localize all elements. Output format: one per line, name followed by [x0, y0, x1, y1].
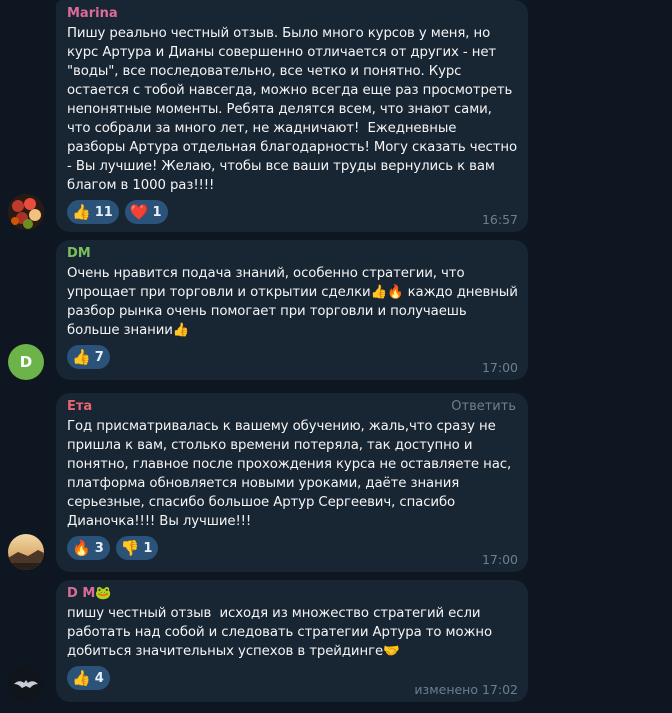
reaction-count: 7 — [94, 349, 104, 365]
reaction-count: 4 — [94, 670, 104, 686]
message-time: изменено 17:02 — [414, 682, 518, 697]
reaction-count: 1 — [152, 204, 162, 220]
author-name[interactable]: D M🐸 — [67, 585, 518, 603]
message-time: 16:57 — [481, 212, 518, 227]
author-name[interactable]: Marina — [67, 5, 518, 23]
reactions-bar: 👍 11 ❤️ 1 — [67, 200, 518, 224]
reaction-thumbs-up[interactable]: 👍 7 — [67, 345, 110, 369]
message-time: 17:00 — [481, 552, 518, 567]
reaction-heart[interactable]: ❤️ 1 — [124, 200, 168, 224]
author-name[interactable]: DM — [67, 245, 518, 263]
message-bubble[interactable]: Ета Ответить Год присматривалась к вашем… — [56, 393, 528, 572]
avatar-letter[interactable]: D — [8, 344, 44, 380]
reaction-thumbs-up[interactable]: 👍 11 — [67, 200, 119, 224]
thumbs-up-icon: 👍 — [72, 203, 91, 221]
avatar-dark-logo[interactable] — [8, 666, 44, 702]
message-text: Пишу реально честный отзыв. Было много к… — [67, 26, 522, 193]
message-bubble[interactable]: DM Очень нравится подача знаний, особенн… — [56, 240, 528, 380]
message-bubble[interactable]: D M🐸 пишу честный отзыв исходя из множес… — [56, 580, 528, 702]
flowers-image — [8, 194, 44, 230]
thumbs-up-icon: 👍 — [72, 669, 91, 687]
message-text: пишу честный отзыв исходя из множество с… — [67, 606, 497, 659]
reaction-count: 1 — [143, 540, 153, 556]
bat-logo-icon — [14, 680, 38, 688]
reaction-thumbs-up[interactable]: 👍 4 — [67, 666, 110, 690]
reactions-bar: 🔥 3 👎 1 — [67, 536, 518, 560]
avatar-flowers[interactable] — [8, 194, 44, 230]
message-text: Год присматривалась к вашему обучению, ж… — [67, 419, 516, 529]
reaction-thumbs-down[interactable]: 👎 1 — [115, 536, 159, 560]
reaction-count: 3 — [94, 540, 104, 556]
landscape-image — [8, 534, 44, 570]
fire-icon: 🔥 — [72, 539, 91, 557]
reactions-bar: 👍 7 — [67, 345, 518, 369]
reply-button[interactable]: Ответить — [451, 399, 516, 414]
thumbs-up-icon: 👍 — [72, 348, 91, 366]
reaction-count: 11 — [94, 204, 113, 220]
message-text: Очень нравится подача знаний, особенно с… — [67, 266, 522, 338]
avatar-landscape[interactable] — [8, 534, 44, 570]
avatar-initial: D — [19, 353, 33, 371]
message-time: 17:00 — [481, 360, 518, 375]
message-bubble[interactable]: Marina Пишу реально честный отзыв. Было … — [56, 0, 528, 232]
thumbs-down-icon: 👎 — [120, 539, 140, 557]
reaction-fire[interactable]: 🔥 3 — [67, 536, 110, 560]
red-heart-icon: ❤️ — [129, 203, 149, 221]
